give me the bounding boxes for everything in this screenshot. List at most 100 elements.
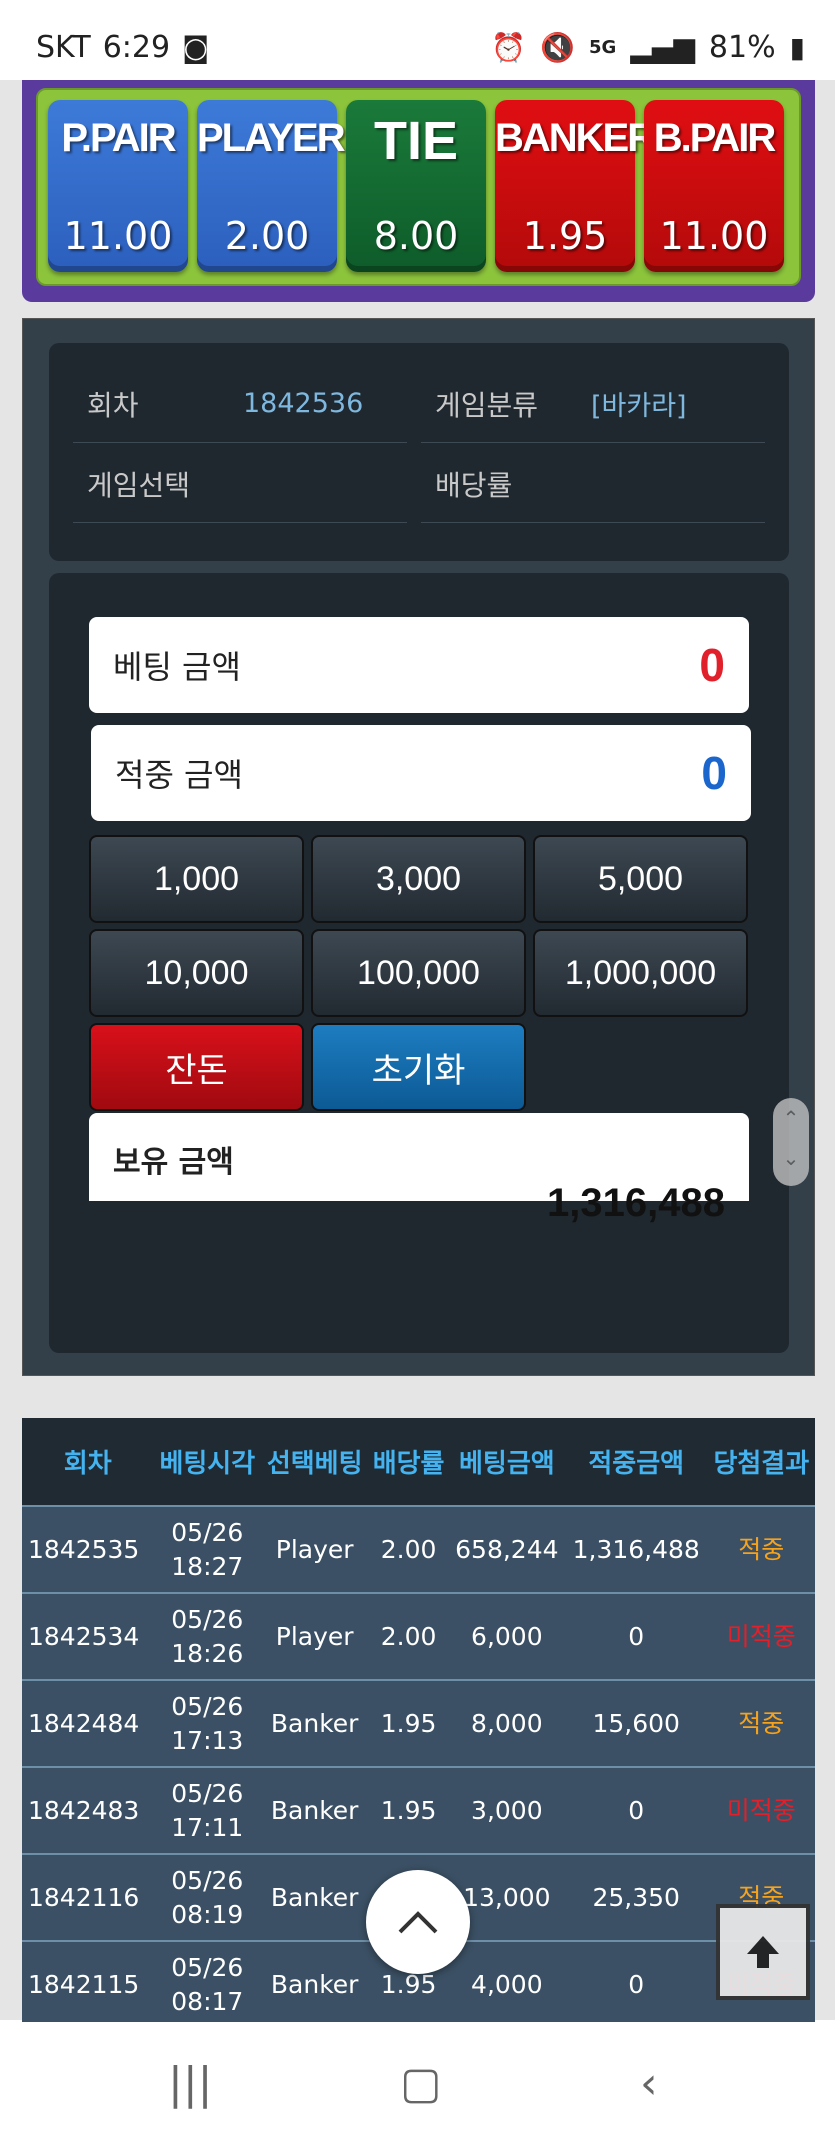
bet-option-odds: 2.00 [224, 214, 310, 258]
signal-icon: ▂▄▆ [630, 31, 695, 64]
selection-label: 게임선택 [87, 468, 191, 502]
row-time: 05/26 18:26 [154, 1593, 261, 1680]
row-date: 05/26 [171, 1517, 244, 1547]
row-date: 05/26 [171, 1691, 244, 1721]
scroll-top-button[interactable] [366, 1870, 470, 1974]
category-label: 게임분류 [435, 388, 539, 422]
row-bet: 6,000 [471, 1621, 543, 1651]
header-result: 당첨결과 [713, 1449, 810, 1479]
row-date: 05/26 [171, 1778, 244, 1808]
bet-banker-button[interactable]: BANKER 1.95 [495, 100, 656, 272]
chip-1000000-button[interactable]: 1,000,000 [533, 929, 748, 1017]
header-pick: 선택베팅 [266, 1449, 363, 1479]
selection-info: 게임선택 [73, 445, 407, 523]
row-pick: Banker [270, 1970, 359, 1999]
reset-button[interactable]: 초기화 [311, 1023, 526, 1111]
status-bar: SKT 6:29 ◙ ⏰ 🔇 5G ▂▄▆ 81% ▮ [0, 0, 835, 80]
chevron-up-icon [398, 1911, 438, 1934]
row-result: 적중 [738, 1534, 785, 1564]
battery-icon: ▮ [789, 31, 805, 64]
rate-label: 배당률 [435, 468, 513, 502]
bet-option-label: B.PAIR [653, 116, 777, 160]
row-win: 15,600 [592, 1708, 680, 1738]
bet-tie-button[interactable]: TIE 8.00 [346, 100, 486, 272]
back-to-top-button[interactable] [716, 1904, 810, 2000]
row-clock: 18:26 [171, 1638, 244, 1668]
bet-amount-field[interactable]: 베팅 금액 0 [89, 617, 749, 713]
bet-player-button[interactable]: PLAYER 2.00 [197, 100, 346, 272]
chip-5000-button[interactable]: 5,000 [533, 835, 748, 923]
row-date: 05/26 [171, 1865, 244, 1895]
header-rate: 배당률 [372, 1449, 445, 1479]
row-round: 1842115 [28, 1970, 140, 1999]
row-pick: Banker [270, 1708, 359, 1738]
change-button[interactable]: 잔돈 [89, 1023, 304, 1111]
row-time: 05/26 08:17 [154, 1941, 261, 2022]
bet-amount-label: 베팅 금액 [113, 648, 241, 686]
row-time: 05/26 17:13 [154, 1680, 261, 1767]
bet-option-label: BANKER [495, 116, 656, 160]
chip-10000-button[interactable]: 10,000 [89, 929, 304, 1017]
game-info-box: 회차 1842536 게임분류 [바카라] 게임선택 배당률 [49, 343, 789, 561]
notification-icon: ◙ [182, 31, 210, 64]
row-rate: 1.95 [380, 1795, 437, 1825]
system-nav-bar: ||| ▢ ‹ [0, 2022, 835, 2140]
arrow-up-icon [747, 1936, 779, 1968]
row-date: 05/26 [171, 1953, 244, 1982]
carrier-label: SKT [36, 30, 91, 65]
row-time: 05/26 17:11 [154, 1767, 261, 1854]
row-result: 미적중 [726, 1795, 796, 1825]
betting-panel: 회차 1842536 게임분류 [바카라] 게임선택 배당률 베팅 금액 0 적… [22, 318, 815, 1641]
bet-calculator: 베팅 금액 0 적중 금액 0 1,000 3,000 5,000 10,000… [49, 573, 789, 1353]
bet-option-label: P.PAIR [61, 116, 176, 160]
bet-option-label: TIE [373, 111, 458, 171]
row-round: 1842534 [28, 1621, 140, 1651]
category-info: 게임분류 [바카라] [421, 365, 765, 443]
row-clock: 17:13 [171, 1725, 244, 1755]
scroll-indicator[interactable]: ⌃ ⌄ [773, 1098, 809, 1186]
round-info: 회차 1842536 [73, 365, 407, 443]
chip-1000-button[interactable]: 1,000 [89, 835, 304, 923]
table-row: 1842484 05/26 17:13 Banker 1.95 8,000 15,… [22, 1680, 815, 1767]
recents-icon[interactable]: ||| [168, 2058, 212, 2109]
holdings-label: 보유 금액 [113, 1145, 234, 1180]
row-time: 05/26 08:19 [154, 1854, 261, 1941]
bet-option-tray: P.PAIR 11.00 PLAYER 2.00 TIE 8.00 BANKER… [36, 88, 801, 286]
round-value: 1842536 [243, 388, 364, 419]
row-result: 미적중 [726, 1621, 796, 1651]
battery-level: 81% [708, 30, 776, 65]
network-5g-icon: 5G [588, 37, 617, 58]
header-round: 회차 [63, 1449, 112, 1479]
chip-3000-button[interactable]: 3,000 [311, 835, 526, 923]
category-value: [바카라] [591, 391, 687, 422]
row-pick: Banker [270, 1795, 359, 1825]
bet-bpair-button[interactable]: B.PAIR 11.00 [644, 100, 784, 272]
row-bet: 8,000 [471, 1708, 543, 1738]
row-win: 1,316,488 [572, 1534, 700, 1564]
bet-option-odds: 11.00 [63, 214, 173, 258]
row-clock: 18:27 [171, 1551, 244, 1581]
bet-amount-value: 0 [699, 639, 725, 691]
row-win: 0 [628, 1621, 645, 1651]
row-time: 05/26 18:27 [154, 1506, 261, 1593]
bet-ppair-button[interactable]: P.PAIR 11.00 [48, 100, 188, 272]
row-pick: Player [275, 1534, 354, 1564]
clock: 6:29 [102, 30, 171, 65]
row-round: 1842116 [28, 1882, 140, 1912]
table-header-row: 회차 베팅시각 선택베팅 배당률 베팅금액 적중금액 당첨결과 [22, 1418, 815, 1506]
row-win: 25,350 [592, 1882, 680, 1912]
row-round: 1842535 [28, 1534, 140, 1564]
mute-icon: 🔇 [540, 31, 575, 64]
row-rate: 2.00 [380, 1621, 437, 1651]
row-pick: Player [275, 1621, 354, 1651]
table-row: 1842535 05/26 18:27 Player 2.00 658,244 1… [22, 1506, 815, 1593]
bet-option-panel: P.PAIR 11.00 PLAYER 2.00 TIE 8.00 BANKER… [22, 80, 815, 302]
chip-100000-button[interactable]: 100,000 [311, 929, 526, 1017]
bet-option-odds: 8.00 [373, 214, 459, 258]
header-bet-time: 베팅시각 [159, 1449, 256, 1479]
home-icon[interactable]: ▢ [400, 2058, 442, 2109]
back-icon[interactable]: ‹ [640, 2058, 658, 2109]
bet-option-odds: 11.00 [659, 214, 769, 258]
row-bet: 3,000 [471, 1795, 543, 1825]
win-amount-field: 적중 금액 0 [91, 725, 751, 821]
